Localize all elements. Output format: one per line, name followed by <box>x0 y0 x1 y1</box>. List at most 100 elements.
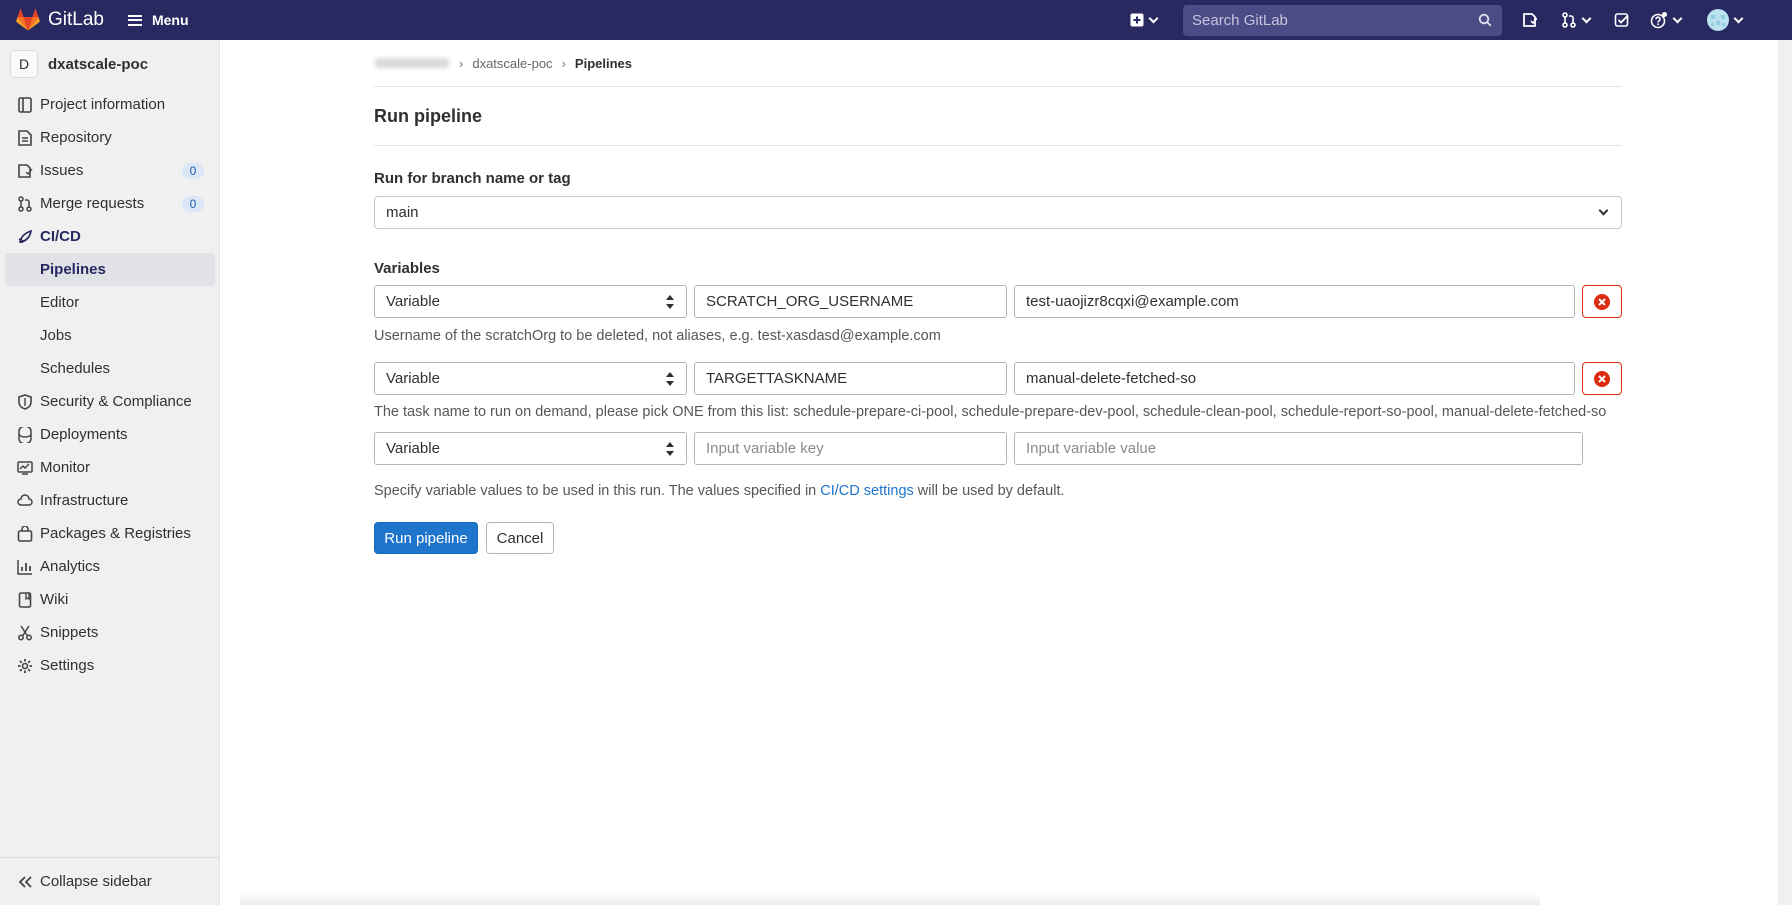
chevron-down-icon <box>1148 13 1159 23</box>
sidebar-item-label: Deployments <box>40 426 128 443</box>
user-menu-button[interactable] <box>1707 9 1744 31</box>
variable-value-text: test-uaojizr8cqxi@example.com <box>1026 293 1239 310</box>
new-dropdown-button[interactable] <box>1130 13 1159 27</box>
breadcrumb-separator-icon: › <box>459 55 464 71</box>
variable-help-text: Username of the scratchOrg to be deleted… <box>374 328 941 344</box>
sidebar-item-issues[interactable]: Issues 0 <box>0 154 219 187</box>
variables-label: Variables <box>374 260 440 277</box>
remove-circle-icon <box>1594 370 1610 387</box>
variable-type-select[interactable]: Variable <box>374 285 687 318</box>
sidebar-item-snippets[interactable]: Snippets <box>0 616 219 649</box>
sidebar-item-label: Pipelines <box>40 261 106 278</box>
sidebar-item-project-information[interactable]: Project information <box>0 88 219 121</box>
variable-type-select[interactable]: Variable <box>374 432 687 465</box>
breadcrumb: › dxatscale-poc › Pipelines <box>374 40 1622 87</box>
sidebar-item-pipelines[interactable]: Pipelines <box>5 253 215 286</box>
page-title: Run pipeline <box>374 87 1622 146</box>
sidebar-item-label: Project information <box>40 96 166 113</box>
issues-count-badge: 0 <box>182 163 204 179</box>
help-nav-button[interactable] <box>1650 11 1683 29</box>
variable-value-input[interactable]: manual-delete-fetched-so <box>1014 362 1575 395</box>
variable-type-select[interactable]: Variable <box>374 362 687 395</box>
user-avatar-icon <box>1707 9 1729 31</box>
select-updown-icon <box>666 442 674 456</box>
variable-type-value: Variable <box>386 293 440 310</box>
chevron-down-icon <box>1733 13 1744 23</box>
package-icon <box>17 525 33 542</box>
todo-check-icon <box>1614 13 1629 27</box>
sidebar-project-header[interactable]: D dxatscale-poc <box>0 40 219 88</box>
sidebar-item-label: Issues <box>40 162 84 179</box>
sidebar-item-security-compliance[interactable]: Security & Compliance <box>0 385 219 418</box>
sidebar-item-repository[interactable]: Repository <box>0 121 219 154</box>
sidebar-item-merge-requests[interactable]: Merge requests 0 <box>0 187 219 220</box>
search-placeholder: Search GitLab <box>1192 12 1288 29</box>
menu-label: Menu <box>151 12 189 28</box>
issues-nav-button[interactable] <box>1521 12 1537 28</box>
bottom-shadow <box>240 893 1540 905</box>
sidebar-item-deployments[interactable]: Deployments <box>0 418 219 451</box>
main-content: › dxatscale-poc › Pipelines Run pipeline… <box>374 40 1622 554</box>
sidebar-item-cicd[interactable]: CI/CD <box>0 220 219 253</box>
sidebar-item-label: Repository <box>40 129 112 146</box>
monitor-icon <box>17 460 33 476</box>
sidebar-item-monitor[interactable]: Monitor <box>0 451 219 484</box>
variable-key-value: TARGETTASKNAME <box>706 370 848 387</box>
variable-value-input[interactable]: Input variable value <box>1014 432 1583 465</box>
project-info-icon <box>17 96 33 113</box>
breadcrumb-group-redacted[interactable] <box>374 58 450 68</box>
run-pipeline-button[interactable]: Run pipeline <box>374 522 478 554</box>
sidebar-item-label: CI/CD <box>40 228 81 245</box>
repository-icon <box>17 129 33 146</box>
window-right-edge <box>1778 40 1792 905</box>
remove-circle-icon <box>1594 293 1610 310</box>
sidebar-item-jobs[interactable]: Jobs <box>0 319 219 352</box>
menu-button[interactable]: Menu <box>127 12 189 28</box>
double-chevron-left-icon <box>18 875 32 888</box>
variable-key-value: SCRATCH_ORG_USERNAME <box>706 293 914 310</box>
sidebar-item-label: Packages & Registries <box>40 525 191 542</box>
variable-type-value: Variable <box>386 440 440 457</box>
merge-request-icon <box>1562 12 1576 28</box>
breadcrumb-current[interactable]: Pipelines <box>575 56 632 71</box>
sidebar-item-label: Infrastructure <box>40 492 129 509</box>
breadcrumb-project[interactable]: dxatscale-poc <box>472 56 552 71</box>
sidebar-item-editor[interactable]: Editor <box>0 286 219 319</box>
sidebar-item-label: Schedules <box>40 360 111 377</box>
sidebar-item-label: Jobs <box>40 327 72 344</box>
sidebar-item-label: Security & Compliance <box>40 393 192 410</box>
branch-label: Run for branch name or tag <box>374 170 571 187</box>
sidebar-item-infrastructure[interactable]: Infrastructure <box>0 484 219 517</box>
sidebar-item-label: Analytics <box>40 558 101 575</box>
select-updown-icon <box>666 372 674 386</box>
collapse-sidebar-button[interactable]: Collapse sidebar <box>0 857 220 905</box>
variable-key-input[interactable]: TARGETTASKNAME <box>694 362 1007 395</box>
remove-variable-button[interactable] <box>1582 362 1622 395</box>
merge-requests-nav-button[interactable] <box>1561 12 1592 28</box>
gitlab-home-link[interactable]: GitLab <box>16 9 104 31</box>
sidebar-item-schedules[interactable]: Schedules <box>0 352 219 385</box>
sidebar-item-wiki[interactable]: Wiki <box>0 583 219 616</box>
sidebar-item-packages-registries[interactable]: Packages & Registries <box>0 517 219 550</box>
remove-variable-button[interactable] <box>1582 285 1622 318</box>
variable-value-text: manual-delete-fetched-so <box>1026 370 1197 387</box>
gear-icon <box>17 658 33 674</box>
variable-value-input[interactable]: test-uaojizr8cqxi@example.com <box>1014 285 1575 318</box>
sidebar-item-settings[interactable]: Settings <box>0 649 219 682</box>
sidebar-item-label: Monitor <box>40 459 91 476</box>
snippets-icon <box>17 625 33 641</box>
variable-value-placeholder: Input variable value <box>1026 440 1157 457</box>
branch-dropdown[interactable]: main <box>374 196 1622 229</box>
search-input[interactable]: Search GitLab <box>1183 5 1502 36</box>
brand-name: GitLab <box>48 9 104 30</box>
cancel-button[interactable]: Cancel <box>486 522 554 554</box>
variable-help-text: The task name to run on demand, please p… <box>374 404 1607 420</box>
sidebar-item-analytics[interactable]: Analytics <box>0 550 219 583</box>
analytics-icon <box>17 559 33 575</box>
variables-settings-help: Specify variable values to be used in th… <box>374 481 1622 502</box>
variable-key-input[interactable]: SCRATCH_ORG_USERNAME <box>694 285 1007 318</box>
cicd-settings-link[interactable]: CI/CD settings <box>820 483 913 499</box>
variable-key-input[interactable]: Input variable key <box>694 432 1007 465</box>
help-question-icon <box>1650 12 1667 29</box>
todos-nav-button[interactable] <box>1614 12 1630 28</box>
